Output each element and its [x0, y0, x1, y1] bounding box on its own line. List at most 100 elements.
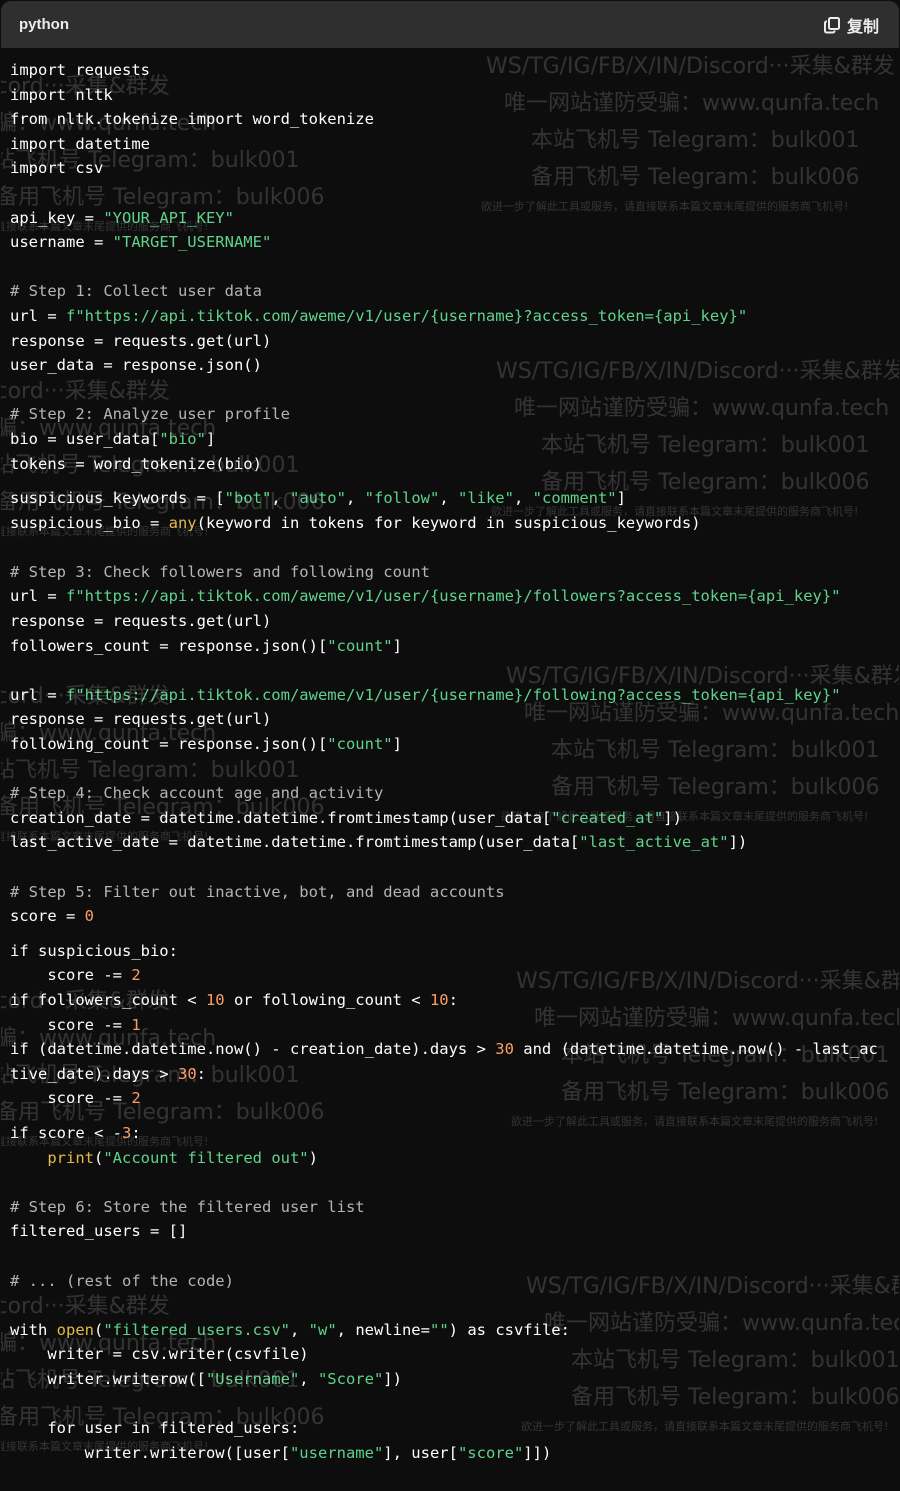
- code-token-plain: url =: [10, 306, 66, 325]
- code-token-plain: import csv: [10, 159, 104, 178]
- code-line: # Step 3: Check followers and following …: [10, 560, 899, 585]
- code-token-number: 10: [205, 990, 225, 1009]
- code-line: response = requests.get(url): [10, 707, 899, 732]
- code-line: score = 0: [10, 904, 899, 929]
- code-token-plain: :: [448, 990, 458, 1009]
- copy-icon: [823, 16, 841, 34]
- code-line: user_data = response.json(): [10, 353, 899, 378]
- code-header: python 复制: [1, 1, 899, 48]
- code-line: username = "TARGET_USERNAME": [10, 230, 899, 255]
- language-label: python: [19, 16, 69, 33]
- code-line: last_active_date = datetime.datetime.fro…: [10, 830, 899, 855]
- code-token-plain: ,: [345, 489, 365, 508]
- code-token-string: f"https://api.tiktok.com/aweme/v1/user/{…: [66, 685, 841, 704]
- code-token-number: 0: [84, 907, 94, 926]
- code-token-plain: if suspicious_bio:: [10, 941, 178, 960]
- code-line: response = requests.get(url): [10, 609, 899, 634]
- code-token-string: "Username": [205, 1369, 300, 1388]
- code-line: score -= 2: [10, 1086, 899, 1111]
- code-line: tive_date).days > 30:: [10, 1062, 899, 1087]
- code-line: # Step 6: Store the filtered user list: [10, 1195, 899, 1220]
- code-line: following_count = response.json()["count…: [10, 732, 899, 757]
- code-line: creation_date = datetime.datetime.fromti…: [10, 806, 899, 831]
- code-line: score -= 1: [10, 1013, 899, 1038]
- code-line: from nltk.tokenize import word_tokenize: [10, 107, 899, 132]
- code-token-comment: # Step 4: Check account age and activity: [10, 784, 384, 803]
- code-line: url = f"https://api.tiktok.com/aweme/v1/…: [10, 584, 899, 609]
- code-token-string: "created_at": [551, 808, 664, 827]
- code-token-plain: writer.writerow([user[: [10, 1443, 290, 1462]
- code-token-plain: bio = user_data[: [10, 429, 160, 448]
- code-token-string: f"https://api.tiktok.com/aweme/v1/user/{…: [66, 587, 841, 606]
- code-token-plain: and (datetime.datetime.now() - last_ac: [513, 1040, 878, 1059]
- code-token-plain: import datetime: [10, 134, 150, 153]
- copy-button[interactable]: 复制: [823, 13, 879, 37]
- code-token-plain: ]]): [523, 1443, 552, 1462]
- code-token-plain: tive_date).days >: [10, 1064, 178, 1083]
- code-content[interactable]: import requests import nltk from nltk.toke…: [1, 48, 899, 1465]
- code-token-plain: ): [308, 1148, 318, 1167]
- code-token-string: "Score": [317, 1369, 384, 1388]
- code-token-comment: # Step 3: Check followers and following …: [10, 562, 430, 581]
- code-token-string: "YOUR_API_KEY": [103, 208, 234, 227]
- code-token-plain: creation_date = datetime.datetime.fromti…: [10, 808, 552, 827]
- code-token-string: "filtered_users.csv": [103, 1320, 290, 1339]
- code-line: # ... (rest of the code): [10, 1269, 899, 1294]
- code-token-plain: if score < -: [10, 1123, 122, 1142]
- code-token-plain: writer.writerow([: [10, 1369, 206, 1388]
- code-token-number: 30: [495, 1040, 514, 1059]
- code-token-string: "comment": [532, 489, 617, 508]
- code-token-plain: if followers_count <: [10, 990, 206, 1009]
- code-line: suspicious_bio = any(keyword in tokens f…: [10, 511, 899, 536]
- code-line: response = requests.get(url): [10, 329, 899, 354]
- code-token-plain: following_count = response.json()[: [10, 735, 328, 754]
- code-line: suspicious_keywords = ["bot", "auto", "f…: [10, 486, 899, 511]
- code-token-string: "bio": [159, 429, 206, 448]
- code-token-plain: ,: [271, 489, 290, 508]
- code-token-plain: url =: [10, 587, 66, 606]
- code-line: print("Account filtered out"): [10, 1146, 899, 1171]
- code-token-comment: # Step 2: Analyze user profile: [10, 405, 290, 424]
- code-line: writer.writerow([user["username"], user[…: [10, 1441, 899, 1466]
- code-token-string: "TARGET_USERNAME": [112, 233, 272, 252]
- code-token-comment: # Step 5: Filter out inactive, bot, and …: [10, 882, 505, 901]
- code-token-plain: import nltk: [10, 85, 113, 104]
- code-line: if (datetime.datetime.now() - creation_d…: [10, 1037, 899, 1062]
- code-token-plain: tokens = word_tokenize(bio): [10, 454, 262, 473]
- code-token-plain: (: [94, 1148, 104, 1167]
- code-token-plain: ,: [513, 489, 533, 508]
- code-token-plain: score -=: [10, 1015, 132, 1034]
- code-token-plain: user_data = response.json(): [10, 356, 262, 375]
- code-token-plain: username =: [10, 233, 113, 252]
- code-token-comment: # Step 6: Store the filtered user list: [10, 1197, 365, 1216]
- code-token-plain: suspicious_keywords = [: [10, 489, 225, 508]
- code-token-plain: suspicious_bio =: [10, 513, 169, 532]
- code-token-builtin: any: [168, 513, 197, 532]
- code-token-plain: response = requests.get(url): [10, 710, 272, 729]
- code-line: # Step 4: Check account age and activity: [10, 781, 899, 806]
- code-token-plain: for user in filtered_users:: [10, 1419, 300, 1438]
- code-token-number: 2: [131, 966, 141, 985]
- code-token-plain: from nltk.tokenize import word_tokenize: [10, 110, 374, 129]
- code-token-plain: ]: [392, 636, 402, 655]
- code-token-string: "score": [457, 1443, 524, 1462]
- code-token-plain: import requests: [10, 61, 150, 79]
- code-token-string: "username": [289, 1443, 384, 1462]
- copy-label: 复制: [846, 16, 879, 36]
- code-line: bio = user_data["bio"]: [10, 427, 899, 452]
- code-token-string: "w": [308, 1320, 337, 1339]
- code-token-plain: ]): [663, 808, 682, 827]
- code-line: # Step 5: Filter out inactive, bot, and …: [10, 880, 899, 905]
- code-token-plain: ,: [439, 489, 458, 508]
- code-token-plain: ]): [728, 833, 748, 852]
- code-token-plain: ,: [299, 1369, 318, 1388]
- code-token-string: "auto": [289, 489, 346, 508]
- code-token-plain: last_active_date = datetime.datetime.fro…: [10, 833, 580, 852]
